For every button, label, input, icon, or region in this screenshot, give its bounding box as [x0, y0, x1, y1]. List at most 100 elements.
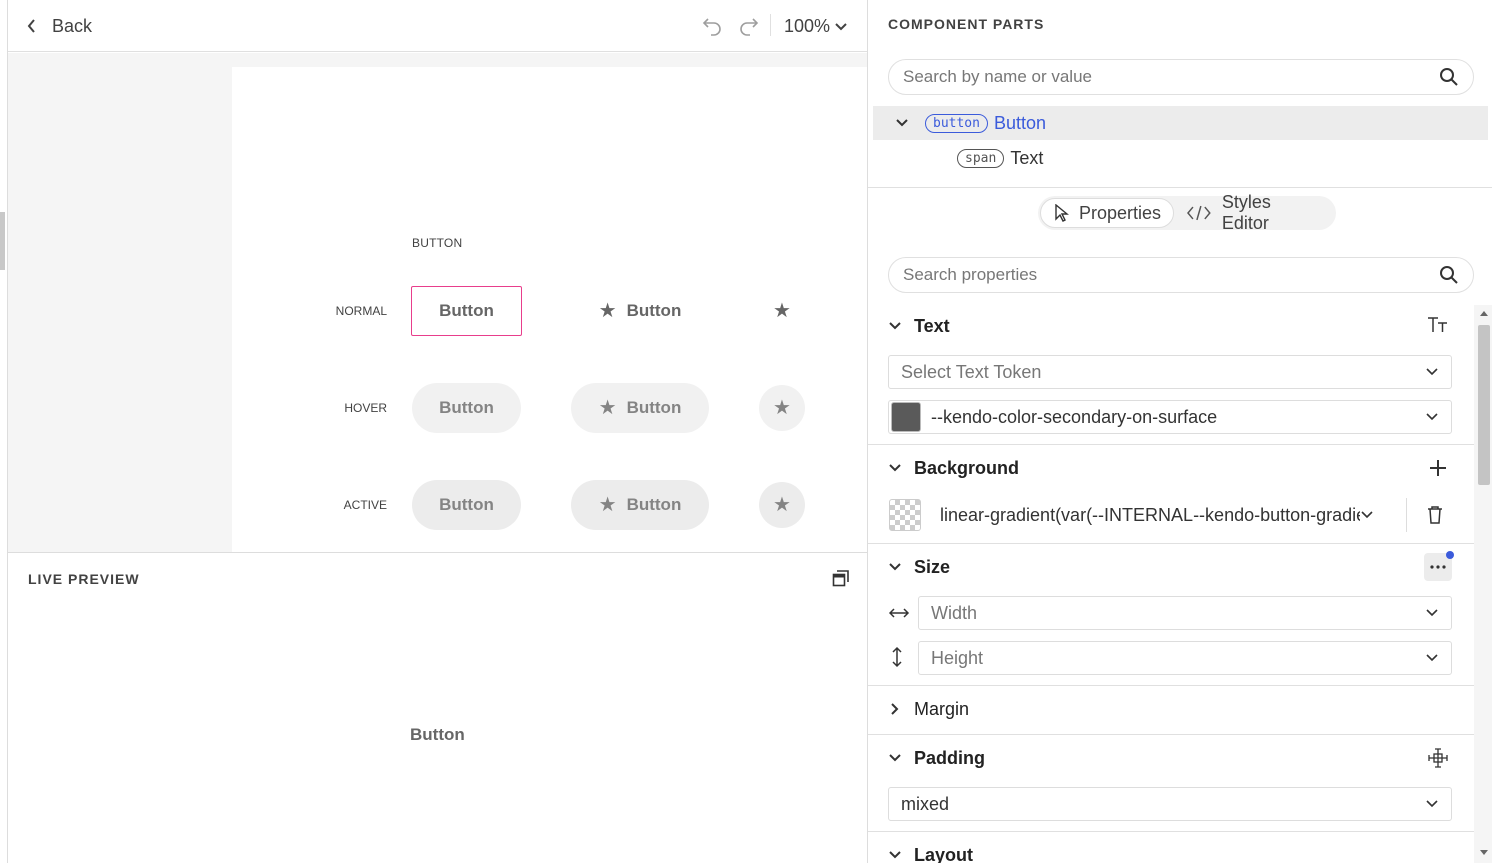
- left-strip: [0, 0, 8, 863]
- scrollbar-thumb[interactable]: [1478, 325, 1490, 485]
- chevron-down-icon: [1426, 800, 1438, 808]
- button-normal[interactable]: Button: [411, 286, 522, 336]
- search-icon: [1440, 68, 1458, 86]
- size-more-button[interactable]: [1424, 551, 1454, 581]
- divider: [868, 444, 1492, 445]
- tab-properties[interactable]: Properties: [1040, 198, 1175, 228]
- background-dropdown[interactable]: linear-gradient(var(--INTERNAL--kendo-bu…: [928, 498, 1407, 532]
- component-parts-panel: COMPONENT PARTS Search by name or value …: [867, 0, 1492, 863]
- section-title: Margin: [914, 698, 970, 719]
- button-text: Button: [626, 301, 682, 320]
- button-active[interactable]: Button: [412, 480, 521, 530]
- panel-scrollbar[interactable]: [1474, 305, 1492, 863]
- icon-button-active[interactable]: ★: [759, 482, 805, 528]
- redo-icon: [740, 18, 759, 36]
- undo-icon: [702, 18, 721, 36]
- padding-mode-button[interactable]: [1424, 744, 1452, 772]
- undo-button[interactable]: [700, 12, 726, 38]
- icon-text-button-active[interactable]: ★ Button: [571, 480, 709, 530]
- dropdown-value: --kendo-color-secondary-on-surface: [931, 406, 1218, 427]
- panel-title: COMPONENT PARTS: [888, 16, 1045, 32]
- trash-icon: [1428, 506, 1442, 524]
- height-dropdown[interactable]: Height: [918, 641, 1452, 675]
- chevron-down-icon: [1426, 368, 1438, 376]
- column-title: BUTTON: [412, 236, 463, 250]
- code-icon: [1187, 205, 1211, 221]
- row-label-hover: HOVER: [344, 401, 387, 415]
- section-size-header[interactable]: Size: [888, 552, 1454, 582]
- background-swatch[interactable]: [889, 499, 921, 531]
- search-icon: [1440, 266, 1458, 284]
- chevron-down-icon: [889, 851, 901, 859]
- section-title: Text: [914, 315, 950, 336]
- icon-button-normal[interactable]: ★: [759, 286, 805, 336]
- padding-dropdown[interactable]: mixed: [888, 787, 1452, 821]
- panel-tabs: Properties Styles Editor: [1038, 192, 1336, 233]
- preview-button[interactable]: Button: [410, 725, 465, 745]
- text-token-dropdown[interactable]: Select Text Token: [888, 355, 1452, 389]
- star-icon: ★: [598, 397, 617, 419]
- notification-dot: [1446, 551, 1454, 559]
- tab-styles-editor[interactable]: Styles Editor: [1174, 192, 1334, 233]
- divider: [868, 685, 1492, 686]
- text-color-dropdown[interactable]: --kendo-color-secondary-on-surface: [888, 400, 1452, 434]
- chevron-down-icon: [896, 119, 908, 127]
- zoom-value: 100%: [784, 15, 831, 36]
- scroll-up-icon: [1480, 311, 1488, 316]
- chevron-down-icon: [889, 563, 901, 571]
- tree-item-span[interactable]: span Text: [873, 141, 1488, 175]
- chevron-down-icon: [889, 322, 901, 330]
- color-swatch[interactable]: [891, 402, 921, 432]
- chevron-down-icon: [889, 464, 901, 472]
- button-text: Button: [439, 398, 494, 417]
- section-background-header[interactable]: Background: [888, 453, 1454, 483]
- back-button[interactable]: Back: [26, 12, 92, 40]
- chevron-down-icon: [1426, 413, 1438, 421]
- button-text: Button: [626, 398, 682, 417]
- star-icon: ★: [598, 494, 617, 516]
- parts-search-input[interactable]: Search by name or value: [888, 59, 1474, 95]
- typography-button[interactable]: [1424, 311, 1452, 339]
- divider: [868, 734, 1492, 735]
- width-dropdown[interactable]: Width: [918, 596, 1452, 630]
- dropdown-value: Select Text Token: [901, 361, 1042, 382]
- scroll-down-icon: [1480, 850, 1488, 855]
- cursor-icon: [1055, 204, 1069, 222]
- tab-label: Properties: [1079, 202, 1162, 223]
- chevron-down-icon: [1426, 654, 1438, 662]
- button-hover[interactable]: Button: [412, 383, 521, 433]
- icon-button-hover[interactable]: ★: [759, 385, 805, 431]
- dropdown-value: mixed: [901, 793, 950, 814]
- padding-box-icon: [1428, 748, 1448, 768]
- add-background-button[interactable]: [1424, 454, 1452, 482]
- top-toolbar: Back 100%: [8, 0, 867, 52]
- section-margin-header[interactable]: Margin: [888, 694, 1454, 724]
- delete-background-button[interactable]: [1421, 501, 1449, 529]
- section-padding-header[interactable]: Padding: [888, 743, 1454, 773]
- button-text: Button: [439, 495, 494, 514]
- dropdown-value: Height: [931, 647, 984, 668]
- divider: [868, 831, 1492, 832]
- tree-item-button[interactable]: button Button: [873, 106, 1488, 140]
- section-title: Padding: [914, 747, 985, 768]
- zoom-dropdown[interactable]: 100%: [784, 12, 848, 40]
- section-text-header[interactable]: Text: [888, 311, 1454, 341]
- dropdown-value: Width: [931, 602, 978, 623]
- popout-window-icon: [832, 570, 849, 587]
- width-arrows-icon: [888, 608, 910, 618]
- row-label-active: ACTIVE: [343, 498, 387, 512]
- popout-button[interactable]: [832, 569, 852, 589]
- redo-button[interactable]: [735, 12, 761, 38]
- star-icon: ★: [773, 494, 791, 516]
- back-label: Back: [52, 15, 93, 36]
- left-scroll-indicator[interactable]: [0, 212, 5, 270]
- icon-text-button-normal[interactable]: ★ Button: [571, 286, 709, 336]
- section-layout-header[interactable]: Layout: [888, 840, 1454, 863]
- icon-text-button-hover[interactable]: ★ Button: [571, 383, 709, 433]
- canvas-card: BUTTON NORMAL Button ★ Button ★ HOVER Bu…: [232, 67, 867, 552]
- divider: [868, 187, 1492, 188]
- properties-search-input[interactable]: Search properties: [888, 257, 1474, 293]
- star-icon: ★: [598, 300, 617, 322]
- more-horizontal-icon: [1430, 565, 1446, 569]
- section-title: Background: [914, 457, 1020, 478]
